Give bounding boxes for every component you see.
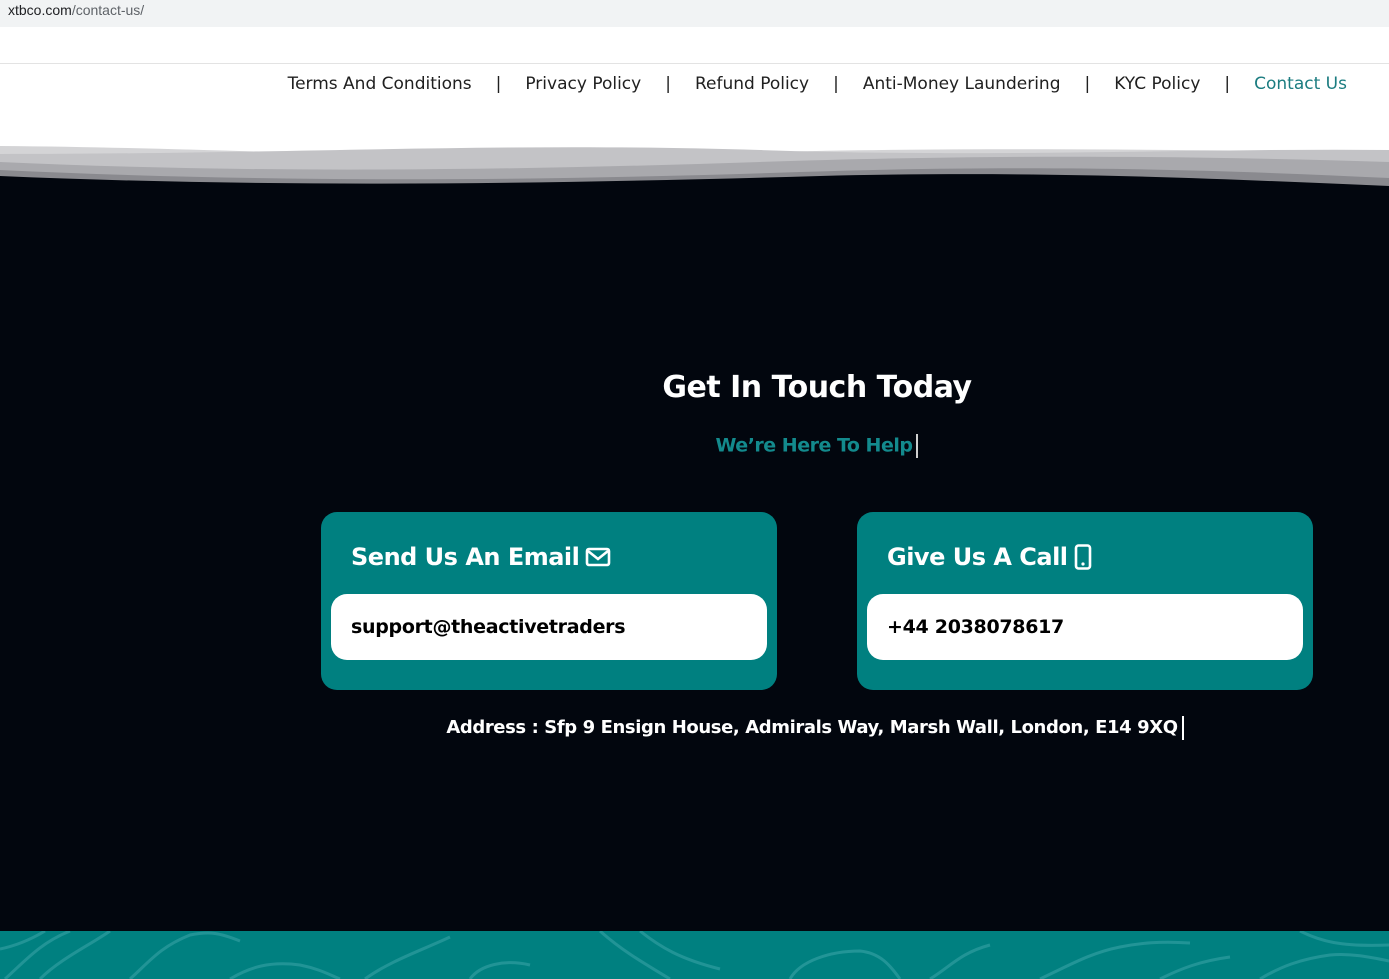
- nav-separator: |: [833, 74, 839, 94]
- nav-separator: |: [495, 74, 502, 94]
- email-card-title: Send Us An Email: [351, 542, 611, 572]
- nav-separator: |: [1084, 74, 1091, 94]
- phone-number-link[interactable]: +44 2038078617: [867, 594, 1303, 660]
- mobile-phone-icon: [1074, 544, 1092, 570]
- nav-separator: |: [665, 74, 671, 94]
- wave-divider: [0, 146, 1389, 200]
- nav-anti-money-laundering[interactable]: Anti-Money Laundering: [863, 74, 1061, 94]
- nav-refund-policy[interactable]: Refund Policy: [695, 74, 809, 94]
- nav-terms-and-conditions[interactable]: Terms And Conditions: [288, 74, 472, 94]
- footer-pattern: [0, 931, 1389, 979]
- contact-subheading: We’re Here To Help: [617, 434, 1017, 458]
- text-cursor: [1181, 716, 1184, 740]
- url-path: /contact-us/: [71, 2, 145, 18]
- header-strip: [0, 27, 1389, 64]
- contact-heading: Get In Touch Today: [662, 370, 972, 405]
- nav-kyc-policy[interactable]: KYC Policy: [1114, 74, 1200, 94]
- call-card: Give Us A Call +44 2038078617: [857, 512, 1313, 690]
- nav-privacy-policy[interactable]: Privacy Policy: [525, 74, 641, 94]
- address-text: Address : Sfp 9 Ensign House, Admirals W…: [300, 716, 1330, 740]
- envelope-icon: [585, 546, 611, 568]
- call-card-title: Give Us A Call: [887, 542, 1092, 572]
- text-cursor: [916, 434, 919, 458]
- nav-separator: |: [1224, 74, 1231, 94]
- browser-url-bar[interactable]: xtbco.com/contact-us/: [0, 0, 1389, 27]
- top-navigation: Terms And Conditions | Privacy Policy | …: [288, 72, 1347, 96]
- email-address-link[interactable]: support@theactivetraders: [331, 594, 767, 660]
- nav-contact-us[interactable]: Contact Us: [1254, 74, 1347, 94]
- email-card: Send Us An Email support@theactivetrader…: [321, 512, 777, 690]
- url-host: xtbco.com: [8, 2, 72, 18]
